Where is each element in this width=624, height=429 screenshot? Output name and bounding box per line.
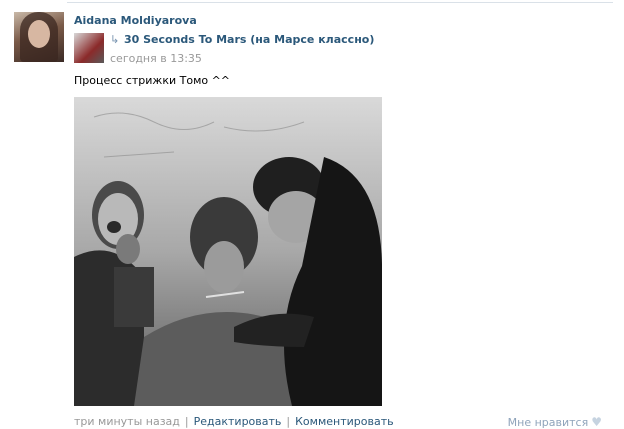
top-divider bbox=[67, 2, 613, 3]
post-footer: три минуты назад | Редактировать | Комментир… bbox=[74, 415, 394, 428]
like-label: Мне нравится bbox=[507, 416, 589, 429]
post-timestamp[interactable]: три минуты назад bbox=[74, 415, 180, 428]
post-photo[interactable] bbox=[74, 97, 382, 406]
separator: | bbox=[286, 415, 291, 428]
edit-link[interactable]: Редактировать bbox=[194, 415, 282, 428]
like-button[interactable]: Мне нравится ♥ bbox=[508, 415, 602, 429]
repost-timestamp[interactable]: сегодня в 13:35 bbox=[110, 52, 202, 65]
author-avatar[interactable] bbox=[14, 12, 64, 62]
author-name[interactable]: Aidana Moldiyarova bbox=[74, 14, 197, 27]
repost-group-avatar[interactable] bbox=[74, 33, 104, 63]
separator: | bbox=[184, 415, 189, 428]
repost-group-name[interactable]: 30 Seconds To Mars (на Марсе классно) bbox=[124, 33, 374, 46]
comment-link[interactable]: Комментировать bbox=[295, 415, 393, 428]
post-text: Процесс стрижки Томо ^^ bbox=[74, 74, 231, 87]
repost-arrow-icon: ↳ bbox=[110, 33, 120, 46]
heart-icon: ♥ bbox=[591, 415, 602, 429]
